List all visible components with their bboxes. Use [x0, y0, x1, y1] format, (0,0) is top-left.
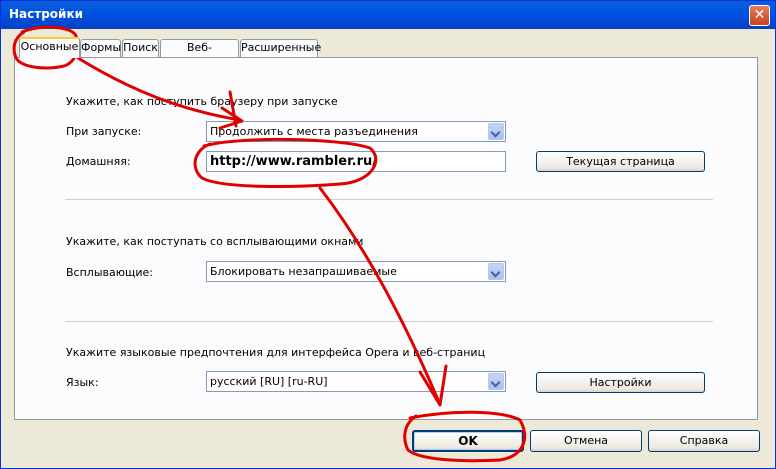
chevron-down-icon[interactable]	[488, 123, 504, 140]
popups-label: Всплывающие:	[66, 266, 153, 279]
chevron-down-icon[interactable]	[488, 263, 504, 280]
title-bar: Настройки ✕	[1, 1, 775, 29]
divider	[65, 321, 713, 322]
language-settings-button[interactable]: Настройки	[536, 372, 705, 393]
home-page-input[interactable]: http://www.rambler.ru/	[206, 151, 506, 172]
current-page-button[interactable]: Текущая страница	[536, 151, 705, 172]
language-select-value: русский [RU] [ru-RU]	[210, 375, 328, 388]
help-button[interactable]: Справка	[648, 430, 760, 452]
window-title: Настройки	[9, 7, 84, 21]
startup-label: При запуске:	[66, 125, 142, 138]
startup-heading: Укажите, как поступить браузеру при запу…	[66, 95, 338, 108]
divider	[65, 199, 713, 200]
tab-label: Расширенные	[241, 41, 322, 54]
tab-search[interactable]: Поиск	[122, 39, 159, 57]
close-button[interactable]: ✕	[749, 5, 770, 26]
popups-select-value: Блокировать незапрашиваемые	[210, 265, 397, 278]
close-icon: ✕	[753, 7, 766, 23]
tab-forms[interactable]: Формы	[80, 39, 121, 57]
ok-button[interactable]: OK	[412, 430, 524, 452]
settings-dialog: Настройки ✕ Основные Формы Поиск Веб-стр…	[0, 0, 776, 469]
startup-select[interactable]: Продолжить с места разъединения	[206, 121, 506, 142]
language-label: Язык:	[66, 376, 99, 389]
chevron-down-icon[interactable]	[488, 373, 504, 390]
home-page-value: http://www.rambler.ru/	[210, 154, 378, 169]
home-label: Домашняя:	[66, 155, 131, 168]
cancel-button[interactable]: Отмена	[530, 430, 642, 452]
tab-advanced[interactable]: Расширенные	[240, 39, 322, 57]
tab-label: Основные	[20, 40, 79, 53]
tab-general[interactable]: Основные	[19, 37, 80, 58]
language-heading: Укажите языковые предпочтения для интерф…	[66, 346, 486, 359]
tab-label: Поиск	[123, 41, 158, 54]
tab-web-pages[interactable]: Веб-страницы	[160, 39, 239, 70]
language-select[interactable]: русский [RU] [ru-RU]	[206, 371, 506, 392]
tab-label: Формы	[81, 41, 122, 54]
popups-select[interactable]: Блокировать незапрашиваемые	[206, 261, 506, 282]
popups-heading: Укажите, как поступать со всплывающими о…	[66, 235, 364, 248]
startup-select-value: Продолжить с места разъединения	[210, 125, 418, 138]
